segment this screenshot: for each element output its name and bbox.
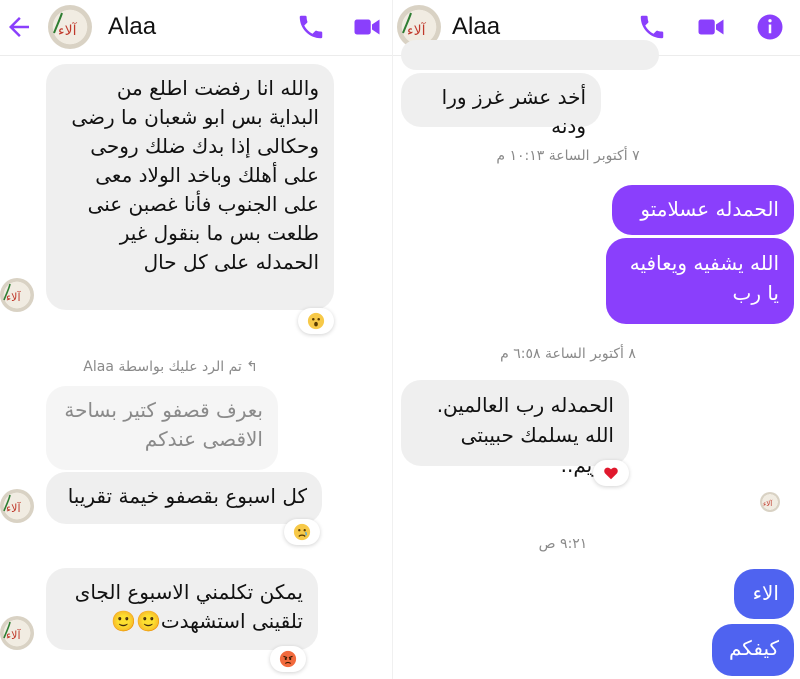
message-bubble-received[interactable]: الحمدله رب العالمين. الله يسلمك حبيبتى م…	[401, 380, 629, 477]
seen-avatar: آلاء	[760, 492, 780, 512]
contact-name[interactable]: Alaa	[108, 13, 156, 41]
chat-header-left: آلاء Alaa	[0, 0, 393, 56]
svg-text:آلاء: آلاء	[6, 501, 21, 515]
left-chat-panel: آلاء Alaa والله انا رفضت اطلع من البداية…	[0, 0, 393, 679]
contact-name[interactable]: Alaa	[452, 13, 500, 41]
message-bubble-received[interactable]: أخد عشر غرز ورا ودنه	[401, 73, 601, 138]
wow-emoji[interactable]	[298, 308, 334, 334]
svg-text:آلاء: آلاء	[58, 22, 78, 39]
reply-note: ↰ تم الرد عليك بواسطة Alaa	[83, 359, 258, 375]
svg-text:آلاء: آلاء	[6, 628, 21, 642]
message-bubble-sent[interactable]: الحمدله عسلامتو	[612, 185, 794, 235]
message-bubble-sent[interactable]: الاء	[734, 569, 794, 619]
sender-avatar: آلاء	[0, 616, 34, 650]
quoted-message[interactable]: بعرف قصفو كتير بساحة الاقصى عندكم	[46, 386, 278, 470]
timestamp: ٩:٢١ ص	[538, 536, 588, 552]
message-bubble-received[interactable]: يمكن تكلمني الاسبوع الجاى تلقينى استشهدت…	[46, 568, 318, 650]
message-bubble-sent[interactable]: كيفكم	[712, 624, 794, 676]
sender-avatar: آلاء	[0, 489, 34, 523]
phone-icon[interactable]	[296, 12, 326, 42]
video-call-icon[interactable]	[696, 12, 726, 42]
sender-avatar: آلاء	[0, 278, 34, 312]
svg-text:آلاء: آلاء	[407, 22, 427, 39]
timestamp: ٧ أكتوبر الساعة ١٠:١٣ م	[496, 148, 640, 164]
message-bubble-sent[interactable]: الله يشفيه ويعافيه يا رب	[606, 238, 794, 324]
video-call-icon[interactable]	[352, 12, 382, 42]
phone-icon[interactable]	[637, 12, 667, 42]
contact-avatar[interactable]: آلاء	[48, 5, 92, 49]
svg-text:آلاء: آلاء	[763, 499, 773, 508]
right-chat-panel: آلاء Alaa أخد عشر غرز ورا ودنه ٧ أكتوبر …	[393, 0, 800, 679]
timestamp: ٨ أكتوبر الساعة ٦:٥٨ م	[500, 346, 636, 362]
reply-arrow-icon: ↰	[246, 359, 258, 375]
message-bubble-partial	[401, 40, 659, 70]
back-arrow-icon[interactable]	[4, 12, 34, 42]
message-bubble-received[interactable]: كل اسبوع بقصفو خيمة تقريبا	[46, 472, 322, 524]
sad-emoji[interactable]	[284, 519, 320, 545]
info-icon[interactable]	[755, 12, 785, 42]
svg-text:آلاء: آلاء	[6, 290, 21, 304]
message-bubble-received[interactable]: والله انا رفضت اطلع من البداية بس ابو شع…	[46, 64, 334, 310]
angry-emoji[interactable]	[270, 646, 306, 672]
heart-emoji[interactable]	[593, 460, 629, 486]
